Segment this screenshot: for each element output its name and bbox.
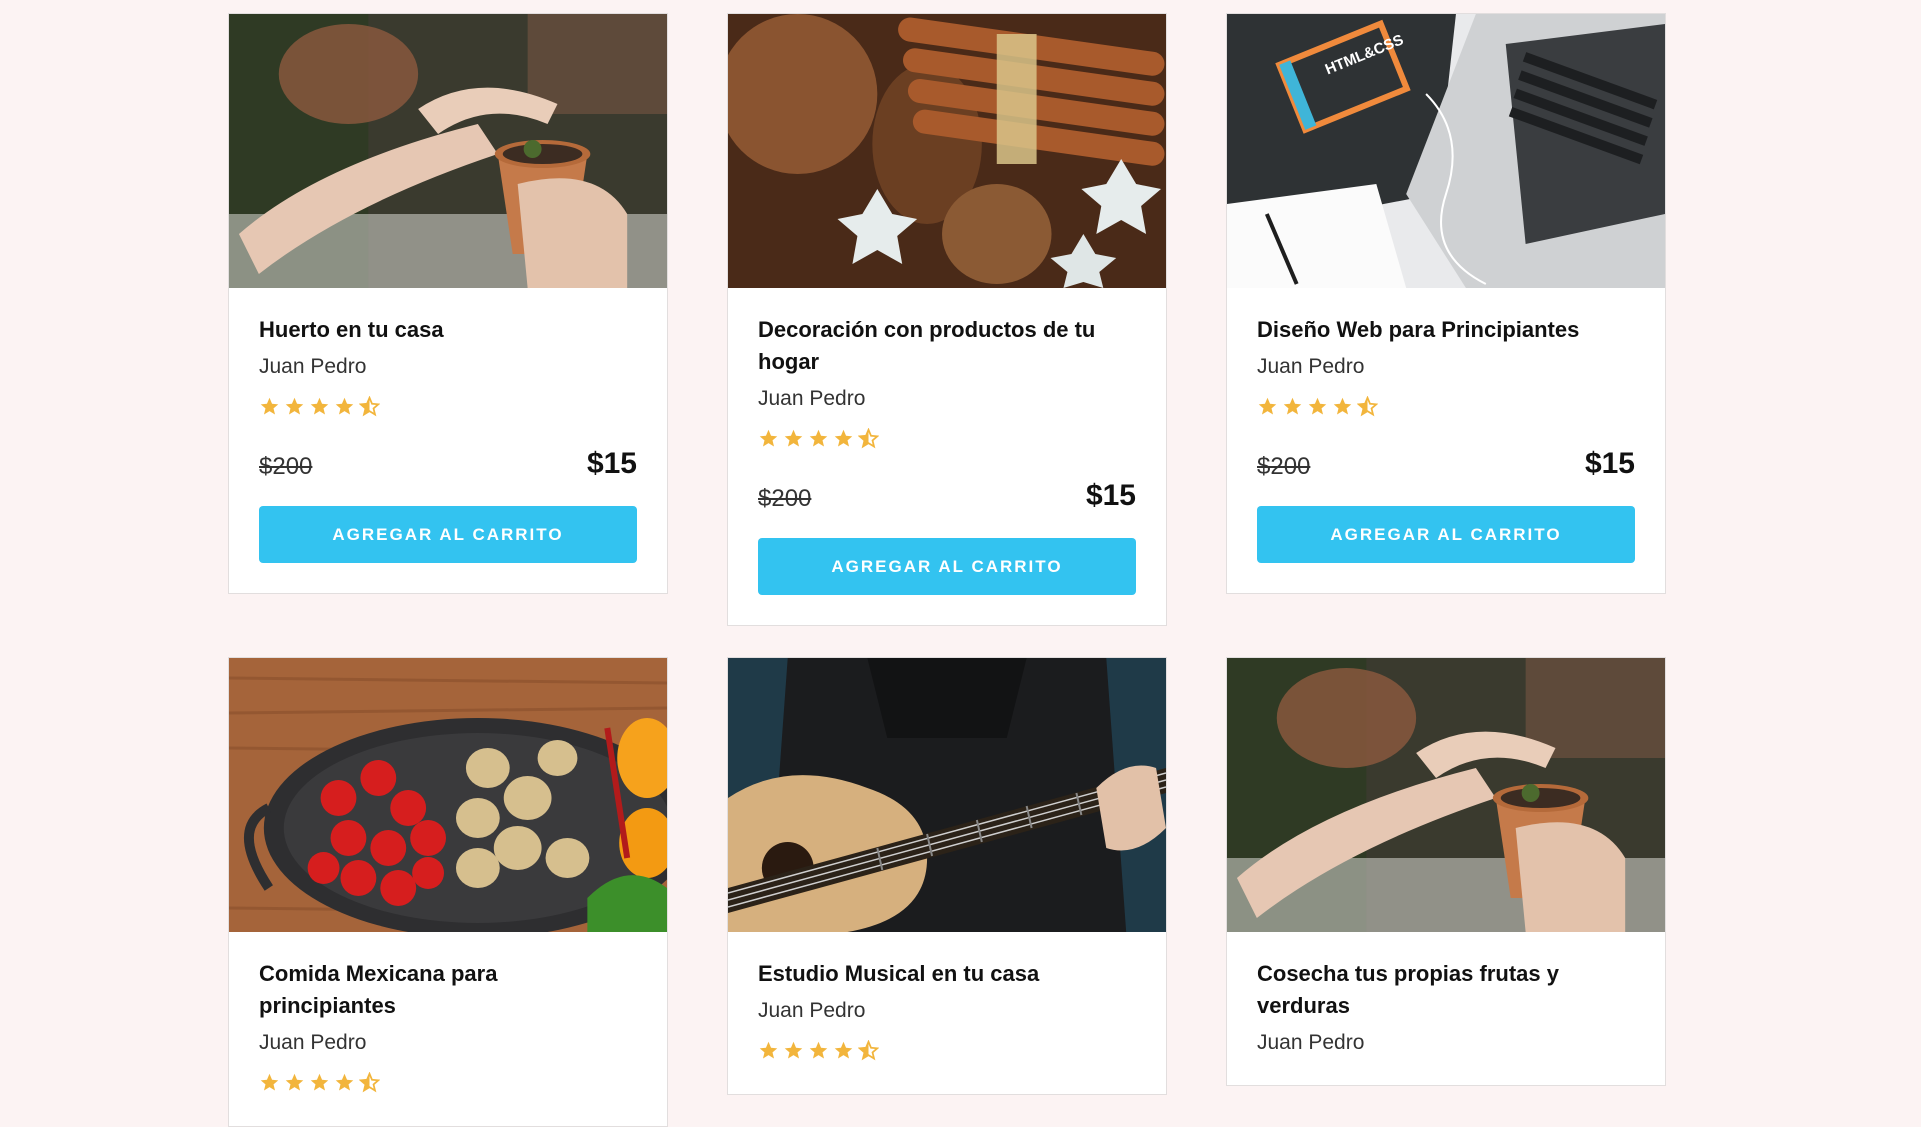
rating-stars — [758, 428, 1136, 452]
star-icon — [833, 428, 854, 449]
star-half-icon — [359, 1072, 380, 1093]
course-author: Juan Pedro — [758, 387, 866, 410]
course-title[interactable]: Cosecha tus propias frutas y verduras — [1257, 958, 1635, 1022]
course-title[interactable]: Comida Mexicana para principiantes — [259, 958, 637, 1022]
course-grid: Huerto en tu casa Juan Pedro $200 $15 AG… — [228, 13, 1666, 1127]
new-price: $15 — [1085, 479, 1136, 512]
star-icon — [284, 1072, 305, 1093]
star-half-icon — [858, 428, 879, 449]
course-image[interactable] — [229, 658, 667, 932]
course-title[interactable]: Huerto en tu casa — [259, 314, 637, 346]
star-half-icon — [858, 1040, 879, 1061]
star-icon — [309, 396, 330, 417]
course-author: Juan Pedro — [259, 355, 367, 378]
rating-stars — [1257, 396, 1635, 420]
star-icon — [309, 1072, 330, 1093]
rating-stars — [259, 1072, 637, 1096]
add-to-cart-button[interactable]: AGREGAR AL CARRITO — [758, 538, 1136, 595]
star-icon — [334, 1072, 355, 1093]
price-row: $200 $15 — [1257, 446, 1635, 482]
new-price: $15 — [586, 447, 637, 480]
course-image[interactable] — [728, 14, 1166, 288]
add-to-cart-button[interactable]: AGREGAR AL CARRITO — [259, 506, 637, 563]
star-icon — [1257, 396, 1278, 417]
price-row: $200 $15 — [259, 446, 637, 482]
course-card: Comida Mexicana para principiantes Juan … — [228, 657, 668, 1127]
old-price: $200 — [758, 485, 812, 512]
star-half-icon — [359, 396, 380, 417]
course-author: Juan Pedro — [1257, 355, 1365, 378]
course-image[interactable] — [229, 14, 667, 288]
star-icon — [758, 1040, 779, 1061]
course-card: HTML&CSS Diseño Web para Principiantes J… — [1226, 13, 1666, 594]
course-card: Cosecha tus propias frutas y verduras Ju… — [1226, 657, 1666, 1086]
new-price: $15 — [1584, 447, 1635, 480]
star-icon — [808, 1040, 829, 1061]
star-icon — [808, 428, 829, 449]
rating-stars — [758, 1040, 1136, 1064]
course-image[interactable] — [1227, 658, 1665, 932]
star-icon — [783, 1040, 804, 1061]
star-icon — [1332, 396, 1353, 417]
course-title[interactable]: Decoración con productos de tu hogar — [758, 314, 1136, 378]
course-card: Estudio Musical en tu casa Juan Pedro — [727, 657, 1167, 1095]
star-icon — [259, 1072, 280, 1093]
rating-stars — [259, 396, 637, 420]
course-title[interactable]: Diseño Web para Principiantes — [1257, 314, 1635, 346]
course-author: Juan Pedro — [259, 1031, 367, 1054]
course-card: Huerto en tu casa Juan Pedro $200 $15 AG… — [228, 13, 668, 594]
star-half-icon — [1357, 396, 1378, 417]
add-to-cart-button[interactable]: AGREGAR AL CARRITO — [1257, 506, 1635, 563]
course-author: Juan Pedro — [1257, 1031, 1365, 1054]
star-icon — [334, 396, 355, 417]
star-icon — [284, 396, 305, 417]
old-price: $200 — [259, 453, 313, 480]
star-icon — [833, 1040, 854, 1061]
course-author: Juan Pedro — [758, 999, 866, 1022]
course-image[interactable]: HTML&CSS — [1227, 14, 1665, 288]
star-icon — [1282, 396, 1303, 417]
star-icon — [259, 396, 280, 417]
old-price: $200 — [1257, 453, 1311, 480]
course-title[interactable]: Estudio Musical en tu casa — [758, 958, 1136, 990]
course-image[interactable] — [728, 658, 1166, 932]
course-card: Decoración con productos de tu hogar Jua… — [727, 13, 1167, 626]
star-icon — [1307, 396, 1328, 417]
star-icon — [783, 428, 804, 449]
price-row: $200 $15 — [758, 478, 1136, 514]
star-icon — [758, 428, 779, 449]
